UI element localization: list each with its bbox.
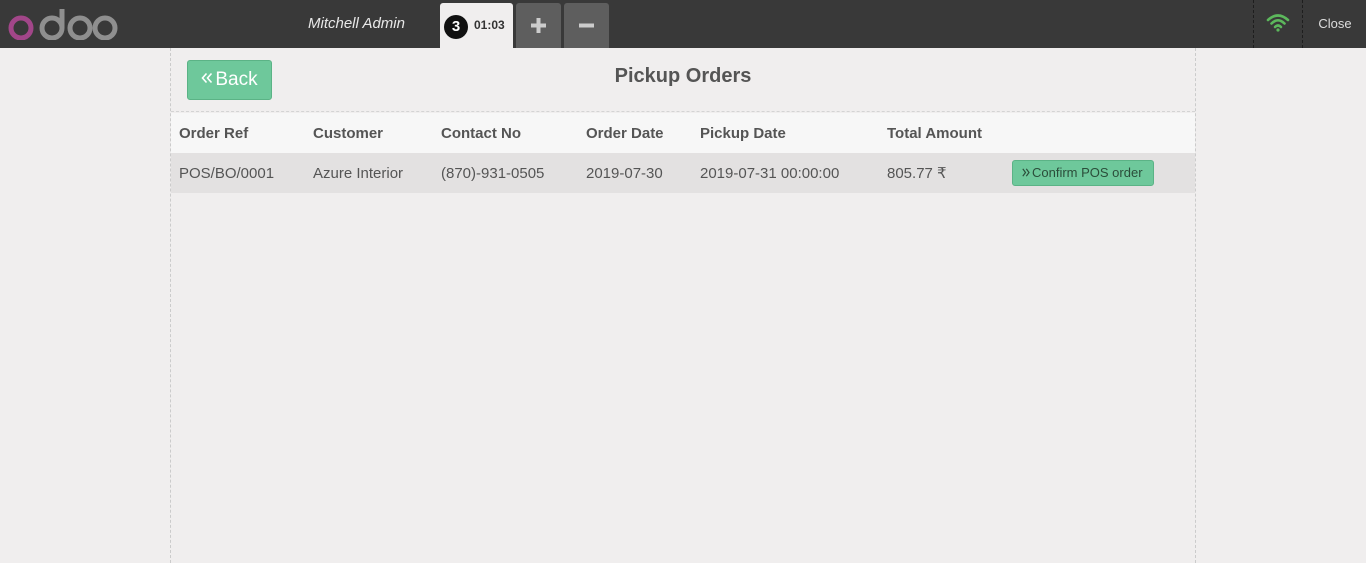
column-header: Customer [313,124,384,142]
order-date-cell: 2019-07-30 [586,164,663,182]
pos-topbar: Mitchell Admin 3 01:03 Close [0,0,1366,48]
order-time: 01:03 [474,18,505,32]
cashier-name[interactable]: Mitchell Admin [308,0,405,48]
pickup-orders-screen: Back Pickup Orders Order Ref Customer Co… [170,48,1196,563]
double-chevron-right-icon [1022,168,1030,177]
order-tab[interactable]: 3 01:03 [440,3,513,48]
table-row[interactable]: POS/BO/0001 Azure Interior (870)-931-050… [171,153,1195,193]
contact-cell: (870)-931-0505 [441,164,545,182]
wifi-icon[interactable] [1266,12,1290,32]
total-amount-cell: 805.77 ₹ [887,165,947,182]
column-header: Contact No [441,124,521,142]
table-header-row: Order Ref Customer Contact No Order Date… [171,113,1195,153]
odoo-logo [8,9,118,40]
confirm-label: Confirm POS order [1032,165,1143,180]
page-title: Pickup Orders [614,65,752,87]
column-header: Order Ref [179,124,249,142]
order-sequence-badge: 3 [444,15,468,39]
plus-icon [531,18,546,33]
divider [1302,0,1303,48]
column-header: Order Date [586,124,664,142]
screen-header: Back Pickup Orders [171,48,1195,112]
new-order-button[interactable] [516,3,561,48]
column-header: Total Amount [887,124,982,142]
pickup-orders-table: Order Ref Customer Contact No Order Date… [171,113,1195,193]
minus-icon [579,23,594,28]
column-header [1004,113,1195,153]
pickup-date-cell: 2019-07-31 00:00:00 [700,164,840,182]
close-button[interactable]: Close [1304,0,1366,48]
order-ref-cell: POS/BO/0001 [179,164,275,182]
confirm-pos-order-button[interactable]: Confirm POS order [1012,160,1154,186]
delete-order-button[interactable] [564,3,609,48]
divider [1253,0,1254,48]
column-header: Pickup Date [700,124,786,142]
customer-cell: Azure Interior [313,164,404,182]
action-cell: Confirm POS order [1004,153,1195,193]
